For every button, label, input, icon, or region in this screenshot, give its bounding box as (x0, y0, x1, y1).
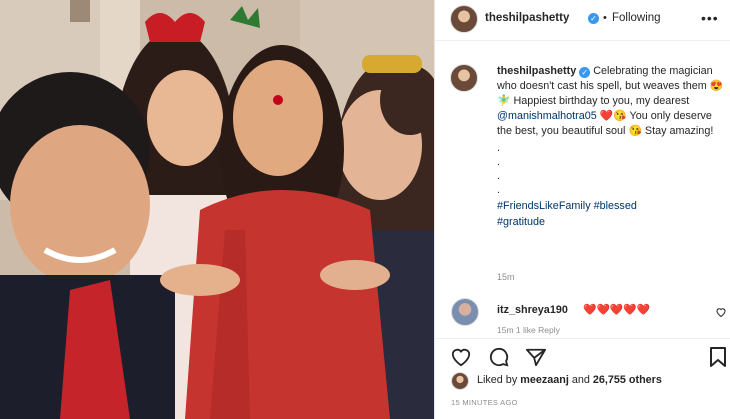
comment-text: ❤️❤️❤️❤️❤️ (583, 304, 651, 316)
following-button[interactable]: Following (612, 12, 661, 24)
more-options-icon[interactable]: ••• (701, 10, 719, 26)
hashtag-link[interactable]: #blessed (594, 200, 637, 212)
likes-prefix: Liked by (477, 374, 518, 386)
comment-row: itz_shreya190 ❤️❤️❤️❤️❤️ 15m 1 like Repl… (451, 298, 727, 335)
likes-middle: and (571, 374, 590, 386)
post-side-panel: theshilpashetty ✓ • Following ••• theshi… (434, 0, 730, 419)
likes-count-link[interactable]: 26,755 others (593, 374, 662, 386)
post-timestamp: 15 MINUTES AGO (451, 398, 518, 407)
post-photo[interactable] (0, 0, 434, 419)
action-bar (435, 338, 730, 373)
caption-mention-link[interactable]: @manishmalhotra05 (497, 110, 597, 122)
hashtag-link[interactable]: #FriendsLikeFamily (497, 200, 591, 212)
caption-dot: . (497, 184, 500, 197)
group-selfie-image (0, 0, 434, 419)
caption-text-2: 🧚‍♂️ Happiest birthday to you, my deares… (497, 95, 690, 108)
comment-meta: 15m 1 like Reply (497, 325, 560, 335)
comment-icon[interactable] (488, 347, 510, 367)
caption-emoji-2: ❤️😘 (599, 110, 627, 123)
caption-dot: . (497, 156, 500, 169)
comment-avatar[interactable] (451, 298, 479, 326)
caption-verified-badge-icon: ✓ (579, 67, 591, 78)
caption-emoji-1: 😍 (709, 80, 724, 93)
header-username[interactable]: theshilpashetty (485, 12, 569, 24)
header-separator: • (603, 12, 607, 24)
liked-by-avatar[interactable] (451, 372, 469, 390)
caption-username[interactable]: theshilpashetty (497, 65, 576, 77)
caption-avatar[interactable] (450, 64, 478, 92)
heart-icon[interactable] (450, 347, 472, 367)
comment-username[interactable]: itz_shreya190 (497, 304, 568, 316)
comment-like-heart-icon[interactable] (715, 306, 727, 318)
caption-text-4: Stay amazing! (644, 125, 714, 138)
caption-hashtags: #FriendsLikeFamily #blessed #gratitude (497, 199, 725, 229)
likes-summary: Liked by meezaanj and 26,755 others (477, 374, 662, 386)
verified-badge-icon: ✓ (588, 13, 599, 24)
post-caption: theshilpashetty ✓ Celebrating the magici… (497, 64, 725, 230)
paper-plane-icon[interactable] (525, 347, 547, 367)
caption-dot: . (497, 142, 500, 155)
post-header: theshilpashetty ✓ • Following ••• (435, 0, 730, 41)
caption-dots: . . . . (497, 141, 725, 197)
caption-dot: . (497, 170, 500, 183)
caption-emoji-3: 😘 (628, 125, 642, 138)
avatar[interactable] (450, 5, 478, 33)
likes-user-link[interactable]: meezaanj (520, 374, 569, 386)
hashtag-link[interactable]: #gratitude (497, 216, 545, 228)
bookmark-icon[interactable] (709, 346, 727, 368)
caption-time: 15m (497, 272, 515, 282)
